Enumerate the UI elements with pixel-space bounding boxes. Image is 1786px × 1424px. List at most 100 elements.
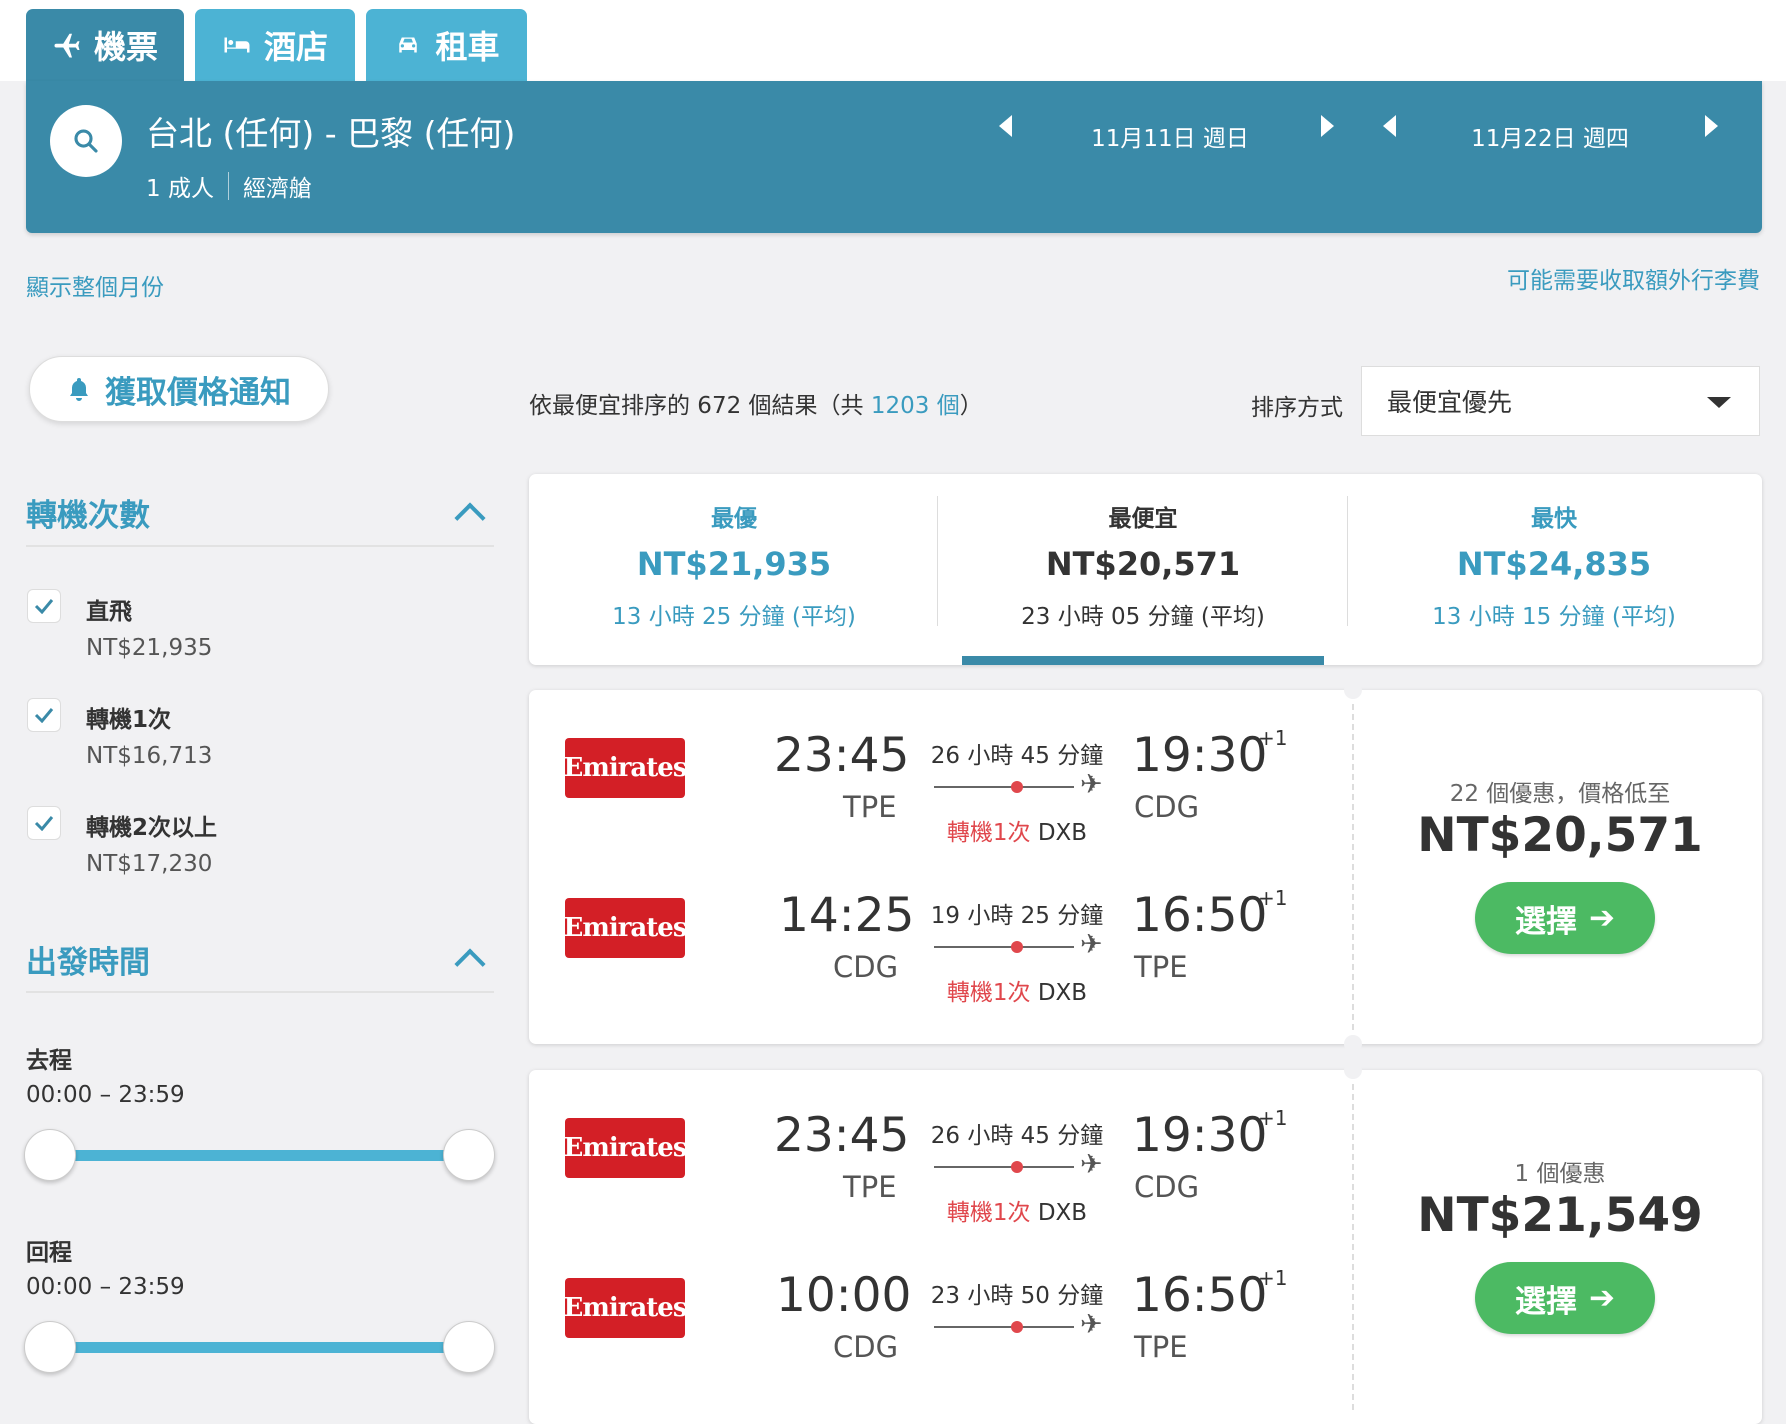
- route-line: [934, 1326, 1074, 1328]
- dropdown-arrow-icon: [1707, 397, 1731, 408]
- stops-filter-title[interactable]: 轉機次數: [26, 490, 150, 535]
- select-button[interactable]: 選擇 ➔: [1475, 882, 1655, 954]
- return-slider-track[interactable]: [48, 1342, 470, 1353]
- summary-price: NT$24,835: [1456, 545, 1652, 583]
- summary-title: 最便宜: [1108, 506, 1178, 532]
- cabin-class: 經濟艙: [242, 176, 312, 202]
- price-alert-button[interactable]: 獲取價格通知: [29, 356, 329, 422]
- arrival-time: 19:30: [1132, 728, 1268, 783]
- day-offset: +1: [1258, 886, 1288, 910]
- prev-return-date-button[interactable]: [1383, 115, 1396, 137]
- checkbox-one-stop[interactable]: [27, 698, 61, 732]
- return-label: 回程: [26, 1240, 72, 1266]
- check-icon: [34, 599, 54, 614]
- day-offset: +1: [1258, 726, 1288, 750]
- search-button[interactable]: [50, 105, 122, 177]
- filter-label[interactable]: 轉機2次以上: [86, 808, 217, 842]
- outbound-range: 00:00 – 23:59: [26, 1082, 185, 1108]
- passenger-info[interactable]: 1 成人 經濟艙: [146, 169, 312, 203]
- departure-airport: TPE: [843, 1170, 897, 1204]
- next-return-date-button[interactable]: [1705, 115, 1718, 137]
- tab-label: 租車: [435, 28, 500, 66]
- divider: [1352, 1084, 1354, 1410]
- deals-count: 22 個優惠，價格低至: [1449, 781, 1671, 807]
- checkbox-direct[interactable]: [27, 589, 61, 623]
- airline-logo: Emirates: [564, 898, 687, 958]
- results-count-text: 依最便宜排序的 672 個結果（共: [529, 393, 871, 419]
- flight-result-card[interactable]: Emirates 23:45 TPE 26 小時 45 分鐘 ✈ 轉機1次 DX…: [529, 681, 1762, 1053]
- chevron-up-icon[interactable]: [454, 948, 486, 980]
- ticket-notch: [1344, 1035, 1362, 1053]
- select-label: 選擇: [1515, 903, 1577, 940]
- search-bar[interactable]: 台北 (任何) - 巴黎 (任何) 1 成人 經濟艙 11月11日 週日 11月…: [26, 81, 1762, 233]
- summary-tabs: 最優 NT$21,935 13 小時 25 分鐘 (平均) 最便宜 NT$20,…: [529, 474, 1762, 665]
- filter-label[interactable]: 轉機1次: [86, 700, 171, 734]
- summary-title: 最快: [1531, 506, 1577, 532]
- passenger-count: 1 成人: [146, 176, 214, 202]
- summary-tab-best[interactable]: 最優 NT$21,935 13 小時 25 分鐘 (平均): [529, 474, 939, 665]
- filter-label[interactable]: 直飛: [86, 592, 132, 626]
- outbound-slider-max-handle[interactable]: [443, 1129, 495, 1181]
- route-line: [934, 786, 1074, 788]
- price: NT$20,571: [1417, 808, 1703, 863]
- select-button[interactable]: 選擇 ➔: [1475, 1262, 1655, 1334]
- departure-time: 14:25: [779, 888, 915, 943]
- deals-count: 1 個優惠: [1514, 1161, 1606, 1187]
- flight-duration: 23 小時 50 分鐘: [930, 1283, 1104, 1309]
- product-tabs: 機票 酒店 租車: [26, 9, 527, 81]
- divider: [26, 991, 494, 993]
- arrival-airport: TPE: [1134, 1330, 1188, 1364]
- flight-duration: 19 小時 25 分鐘: [930, 903, 1104, 929]
- tab-flights[interactable]: 機票: [26, 9, 184, 81]
- sort-dropdown[interactable]: 最便宜優先: [1361, 366, 1760, 436]
- summary-title: 最優: [711, 506, 757, 532]
- next-depart-date-button[interactable]: [1321, 115, 1334, 137]
- search-icon: [74, 129, 98, 153]
- stop-dot: [1011, 781, 1023, 793]
- day-offset: +1: [1258, 1106, 1288, 1130]
- departure-time: 10:00: [776, 1268, 912, 1323]
- car-icon: [393, 30, 423, 60]
- stops-info: 轉機1次 DXB: [929, 1193, 1105, 1227]
- arrival-time: 16:50: [1132, 888, 1268, 943]
- outbound-label: 去程: [26, 1048, 72, 1074]
- summary-tab-fastest[interactable]: 最快 NT$24,835 13 小時 15 分鐘 (平均): [1349, 474, 1759, 665]
- route-text[interactable]: 台北 (任何) - 巴黎 (任何): [146, 107, 515, 155]
- total-results-link[interactable]: 1203 個: [871, 393, 960, 419]
- outbound-slider-min-handle[interactable]: [24, 1129, 76, 1181]
- stops-count: 轉機1次: [946, 980, 1031, 1006]
- airline-logo: Emirates: [564, 1278, 687, 1338]
- summary-price: NT$21,935: [636, 545, 832, 583]
- prev-depart-date-button[interactable]: [999, 115, 1012, 137]
- checkbox-two-plus-stops[interactable]: [27, 806, 61, 840]
- return-slider-max-handle[interactable]: [443, 1321, 495, 1373]
- summary-tab-cheapest[interactable]: 最便宜 NT$20,571 23 小時 05 分鐘 (平均): [938, 474, 1348, 665]
- filter-price: NT$16,713: [86, 743, 213, 769]
- flight-result-card[interactable]: Emirates 23:45 TPE 26 小時 45 分鐘 ✈ 轉機1次 DX…: [529, 1061, 1762, 1424]
- tab-hotels[interactable]: 酒店: [195, 9, 355, 81]
- depart-date[interactable]: 11月11日 週日: [1086, 111, 1254, 161]
- airline-logo: Emirates: [564, 1118, 687, 1178]
- departure-time: 23:45: [774, 728, 910, 783]
- return-range: 00:00 – 23:59: [26, 1274, 185, 1300]
- chevron-up-icon[interactable]: [454, 502, 486, 534]
- results-count-suffix: ）: [959, 393, 983, 419]
- filter-price: NT$17,230: [86, 851, 213, 877]
- sort-label: 排序方式: [1251, 395, 1343, 421]
- plane-icon: ✈: [1080, 1149, 1103, 1180]
- arrival-airport: TPE: [1134, 950, 1188, 984]
- ticket-notch: [1344, 1061, 1362, 1079]
- baggage-fee-link[interactable]: 可能需要收取額外行李費: [1507, 261, 1760, 295]
- departure-airport: TPE: [843, 790, 897, 824]
- plane-icon: ✈: [1080, 929, 1103, 960]
- tab-cars[interactable]: 租車: [366, 9, 527, 81]
- show-month-link[interactable]: 顯示整個月份: [26, 268, 164, 302]
- outbound-slider-track[interactable]: [48, 1150, 470, 1161]
- times-filter-title[interactable]: 出發時間: [26, 937, 150, 982]
- divider: [1352, 704, 1354, 1030]
- price: NT$21,549: [1417, 1188, 1703, 1243]
- stops-info: 轉機1次 DXB: [929, 813, 1105, 847]
- return-slider-min-handle[interactable]: [24, 1321, 76, 1373]
- return-date[interactable]: 11月22日 週四: [1466, 111, 1634, 161]
- stop-airport: DXB: [1037, 1200, 1088, 1226]
